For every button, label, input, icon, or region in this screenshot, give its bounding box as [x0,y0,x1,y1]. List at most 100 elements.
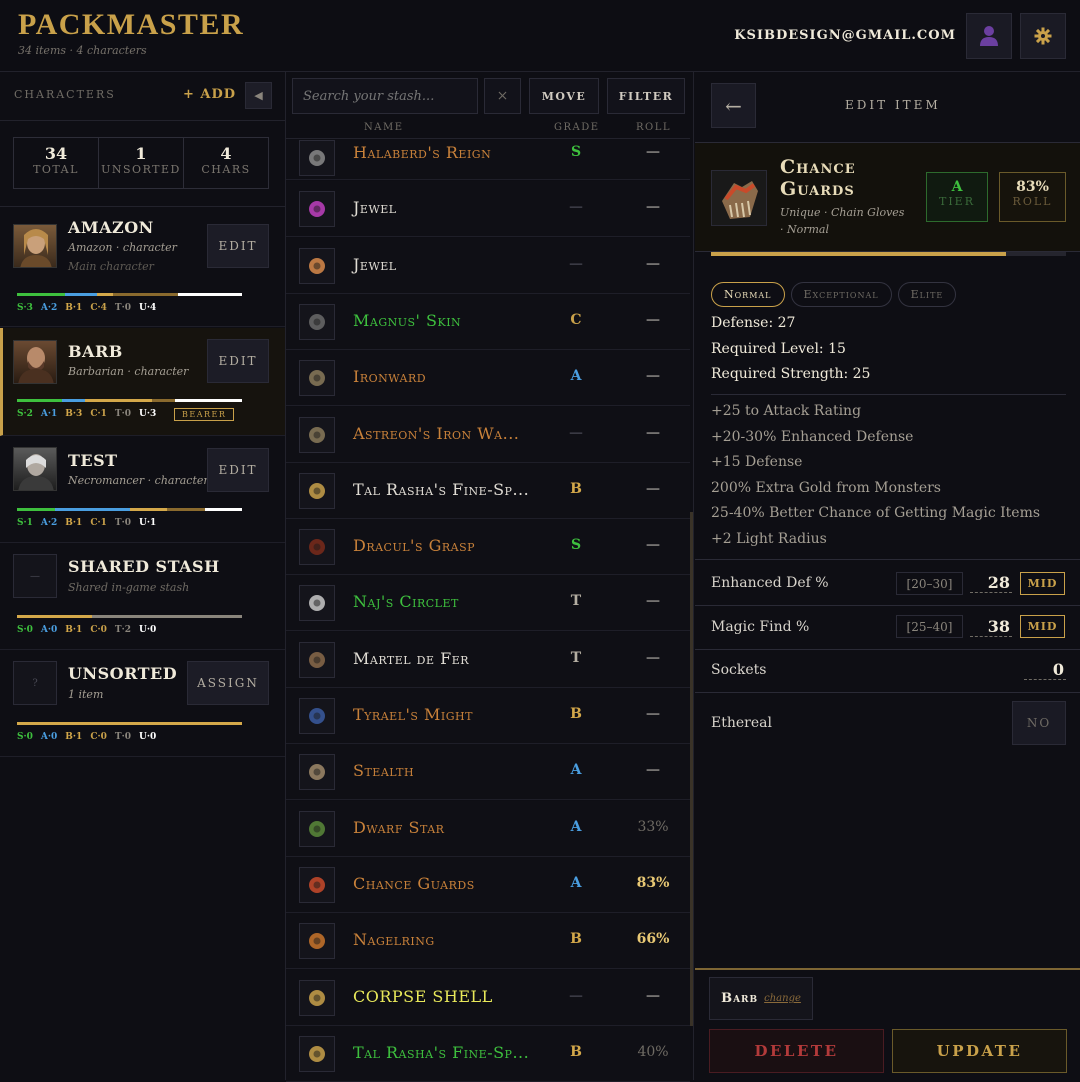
roll-tier-tag: MID [1020,615,1065,638]
settings-button[interactable] [1020,13,1066,59]
item-name: Halaberd's Reign [353,143,492,162]
grade-count: A·2 [40,518,58,528]
item-thumbnail [299,416,335,453]
item-name: CORPSE SHELL [353,986,493,1006]
character-class: Barbarian · character [68,365,189,378]
character-card-amazon[interactable]: AMAZON Amazon · character Main character… [0,207,285,327]
item-row[interactable]: Jewel — — [286,181,690,238]
grade-counts: S·2 A·1 B·3 C·1 T·0 U·3 [17,409,156,419]
item-row[interactable]: Chance Guards A 83% [286,856,690,913]
item-name: Ironward [353,367,427,387]
profile-button[interactable] [966,13,1012,59]
assign-button[interactable]: ASSIGN [187,661,269,705]
grade-counts: S·0 A·0 B·1 C·0 T·2 U·0 [17,625,156,635]
item-row[interactable]: Martel de Fer T — [286,631,690,688]
range-badge: [20–30] [896,572,963,595]
delete-button[interactable]: DELETE [709,1029,884,1073]
item-roll: — [646,706,660,722]
item-row[interactable]: Dwarf Star A 33% [286,800,690,857]
tab-normal[interactable]: Normal [711,282,785,307]
stat-label: CHARS [201,163,251,176]
grade-count: T·0 [114,303,131,313]
sidebar-heading: CHARACTERS [14,88,116,101]
item-row[interactable]: Nagelring B 66% [286,913,690,970]
footer-divider [695,968,1080,970]
character-card-unsorted[interactable]: ? UNSORTED 1 item ASSIGN S·0 A·0 B·1 C·0 T·0… [0,651,285,757]
grade-count: S·0 [17,625,33,635]
column-header-grade[interactable]: GRADE [554,122,600,133]
app-logo: PACKMASTER [18,8,245,41]
roll-progress-fill [711,252,1006,256]
item-row[interactable]: Stealth A — [286,744,690,801]
back-button[interactable]: ← [711,83,756,128]
stat-unsorted: 1 UNSORTED [99,138,184,188]
clear-search-button[interactable]: × [484,78,521,114]
item-row[interactable]: Ironward A — [286,350,690,407]
change-owner-link[interactable]: change [764,993,801,1004]
arrow-left-icon: ← [725,93,742,118]
item-roll: — [646,649,660,666]
grade-count: C·1 [90,409,107,419]
character-note: Main character [68,260,154,273]
item-name: Chance Guards [353,873,475,893]
update-button[interactable]: UPDATE [892,1029,1067,1073]
character-card-barb[interactable]: BARB Barbarian · character EDIT S·2 A·1 B·… [0,328,285,436]
item-row[interactable]: Tyrael's Might B — [286,688,690,744]
stat-value: 34 [44,144,68,163]
tab-elite[interactable]: Elite [897,282,957,307]
item-row[interactable]: Naj's Circlet T — [286,575,690,632]
item-row[interactable]: Tal Rasha's Fine-Sp... B — [286,462,690,519]
item-row[interactable]: CORPSE SHELL — — [286,969,690,1026]
move-button[interactable]: MOVE [529,78,599,114]
scrollbar[interactable] [690,512,693,1026]
enhanced-def-input[interactable]: 28 [970,573,1012,593]
grade-count: U·0 [138,732,157,742]
grade-count: C·1 [90,518,107,528]
item-thumbnail [299,698,335,734]
stats-summary: 34 TOTAL 1 UNSORTED 4 CHARS [13,137,269,189]
item-row[interactable]: Dracul's Grasp S — [286,519,690,576]
item-grade: B [570,1043,582,1060]
item-row[interactable]: Magnus' Skin C — [286,293,690,350]
grade-count: S·2 [17,409,33,419]
column-header-name[interactable]: NAME [364,122,404,133]
item-row[interactable]: Halaberd's Reign S — [286,140,690,180]
character-class: Amazon · character [68,241,177,254]
edit-character-button[interactable]: EDIT [207,448,269,492]
character-name: SHARED STASH [68,557,220,576]
edit-character-button[interactable]: EDIT [207,224,269,268]
divider [695,649,1080,650]
grade-count: S·3 [17,303,33,313]
sockets-input[interactable]: 0 [1024,660,1066,680]
character-card-test[interactable]: TEST Necromancer · character EDIT S·1 A·2… [0,437,285,543]
search-input[interactable] [292,78,478,114]
tab-exceptional[interactable]: Exceptional [790,282,892,307]
item-thumbnail [299,360,335,397]
item-thumbnail [299,754,335,791]
magic-find-input[interactable]: 38 [970,617,1012,637]
item-row[interactable]: Jewel — — [286,237,690,294]
item-roll: — [646,987,660,1004]
item-roll: 83% [636,874,670,891]
collapse-sidebar-button[interactable]: ◀ [245,82,272,109]
stat-label: UNSORTED [101,163,181,176]
owner-chip[interactable]: Barb change [709,977,813,1020]
grade-count: T·0 [114,518,131,528]
item-row[interactable]: Astreon's Iron Wa... — — [286,406,690,463]
filter-button[interactable]: FILTER [607,78,685,114]
add-character-button[interactable]: + ADD [183,87,236,102]
character-card-shared-stash[interactable]: — SHARED STASH Shared in-game stash S·0 A… [0,544,285,650]
field-label-enhanced-def: Enhanced Def % [711,575,829,591]
user-icon [980,26,998,46]
item-modifier: +15 Defense [711,454,803,470]
item-roll: — [646,255,660,272]
item-grade: A [570,762,582,779]
item-row[interactable]: Tal Rasha's Fine-Sp... B 40% [286,1025,690,1082]
edit-character-button[interactable]: EDIT [207,339,269,383]
item-grade: — [569,424,583,441]
grade-count: U·1 [138,518,157,528]
ethereal-toggle[interactable]: NO [1012,701,1066,745]
item-modifier: +20-30% Enhanced Defense [711,429,914,445]
column-header-roll[interactable]: ROLL [636,122,671,133]
grade-count: B·1 [65,732,83,742]
